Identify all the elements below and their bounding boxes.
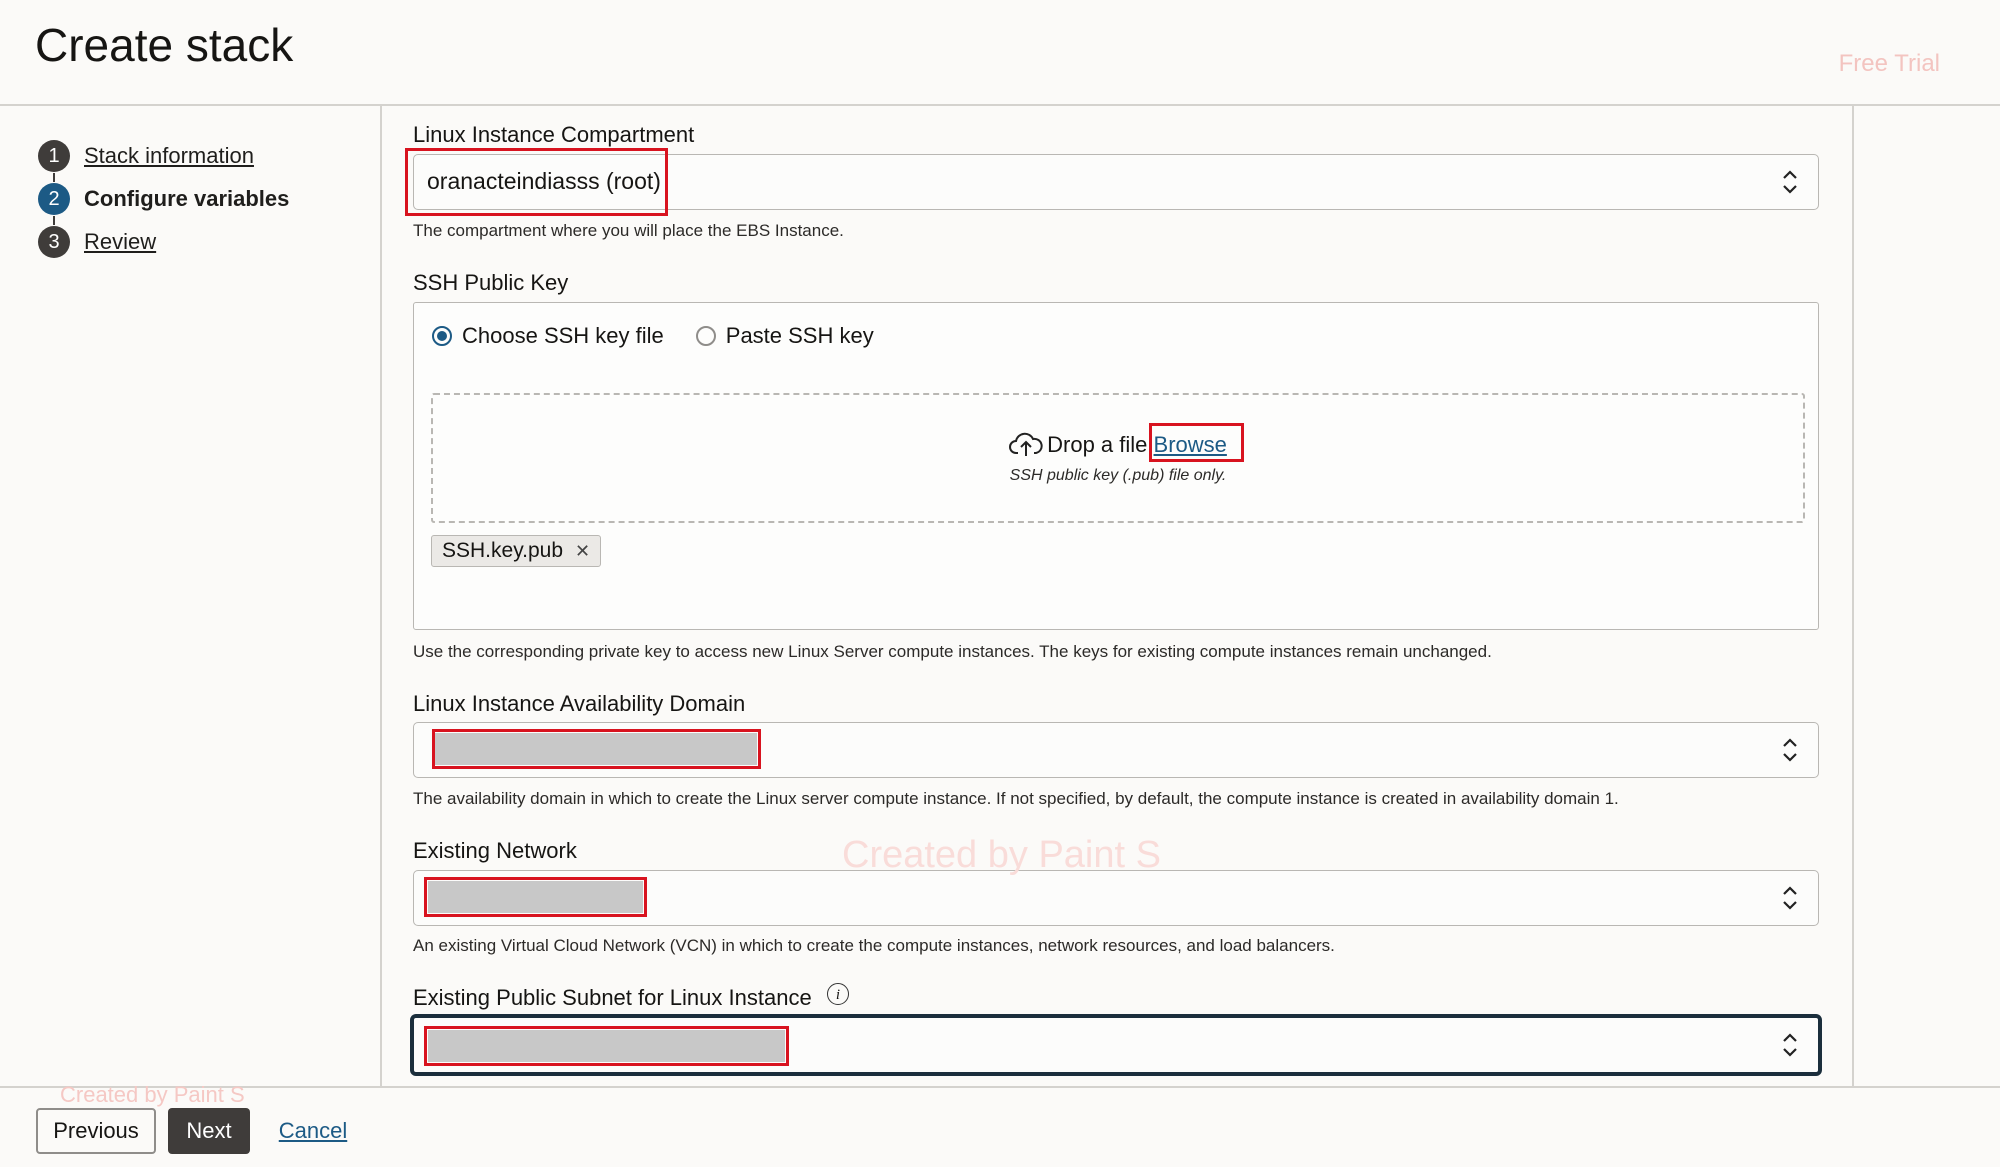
ssh-key-help: Use the corresponding private key to acc… [413, 642, 1492, 661]
file-chip-name: SSH.key.pub [442, 539, 564, 562]
radio-label: Choose SSH key file [462, 323, 664, 348]
step-label[interactable]: Stack information [84, 143, 254, 169]
watermark: Created by Paint S [842, 834, 1161, 876]
info-icon[interactable]: i [827, 983, 849, 1005]
chevron-updown-icon [1783, 886, 1797, 910]
step-connector [53, 173, 55, 182]
upload-cloud-icon [1009, 432, 1043, 456]
step-number: 3 [38, 226, 70, 258]
cancel-link[interactable]: Cancel [278, 1108, 348, 1154]
free-trial-badge[interactable]: Free Trial [1839, 50, 1940, 78]
step-configure-variables[interactable]: 2 Configure variables [38, 182, 289, 216]
chevron-updown-icon [1783, 170, 1797, 194]
availability-domain-label: Linux Instance Availability Domain [413, 691, 746, 716]
chevron-updown-icon [1783, 738, 1797, 762]
ssh-key-label: SSH Public Key [413, 270, 569, 295]
radio-unchecked-icon[interactable] [695, 326, 716, 346]
ssh-key-panel: Choose SSH key file Paste SSH key Drop a… [413, 302, 1819, 630]
drop-text: Drop a file. [1047, 432, 1154, 457]
step-number: 1 [38, 140, 70, 172]
radio-label: Paste SSH key [725, 323, 874, 348]
page-title: Create stack [35, 19, 294, 71]
drop-subtext: SSH public key (.pub) file only. [1009, 467, 1227, 484]
radio-paste-key[interactable]: Paste SSH key [695, 323, 874, 349]
highlight-box [424, 877, 647, 917]
step-stack-information[interactable]: 1 Stack information [38, 139, 254, 173]
radio-checked-icon[interactable] [432, 326, 452, 346]
chevron-updown-icon [1783, 1033, 1797, 1057]
wizard-footer: Created by Paint S Previous Next Cancel [0, 1082, 2000, 1167]
compartment-help: The compartment where you will place the… [413, 221, 844, 240]
highlight-box [405, 148, 668, 216]
highlight-box [1149, 423, 1244, 462]
previous-button[interactable]: Previous [36, 1108, 156, 1154]
highlight-box [424, 1026, 789, 1066]
step-review[interactable]: 3 Review [38, 225, 156, 259]
close-icon[interactable]: ✕ [575, 541, 590, 562]
drop-line: Drop a file.Browse [433, 431, 1803, 458]
ssh-key-mode: Choose SSH key file Paste SSH key [432, 323, 906, 349]
step-label[interactable]: Review [84, 229, 156, 255]
network-label: Existing Network [413, 838, 577, 863]
next-button[interactable]: Next [168, 1108, 250, 1154]
page-header: Create stack Free Trial [0, 0, 2000, 106]
radio-choose-file[interactable]: Choose SSH key file [432, 323, 664, 349]
step-label: Configure variables [84, 186, 290, 211]
network-help: An existing Virtual Cloud Network (VCN) … [413, 936, 1335, 955]
compartment-label: Linux Instance Compartment [413, 122, 695, 147]
availability-domain-help: The availability domain in which to crea… [413, 789, 1619, 808]
subnet-label: Existing Public Subnet for Linux Instanc… [413, 985, 812, 1010]
highlight-box [432, 729, 761, 769]
step-connector [53, 216, 55, 225]
step-number: 2 [38, 183, 70, 215]
file-dropzone[interactable]: Drop a file.Browse SSH public key (.pub)… [431, 393, 1805, 523]
file-chip: SSH.key.pub ✕ [431, 535, 602, 567]
watermark: Created by Paint S [60, 1082, 245, 1107]
